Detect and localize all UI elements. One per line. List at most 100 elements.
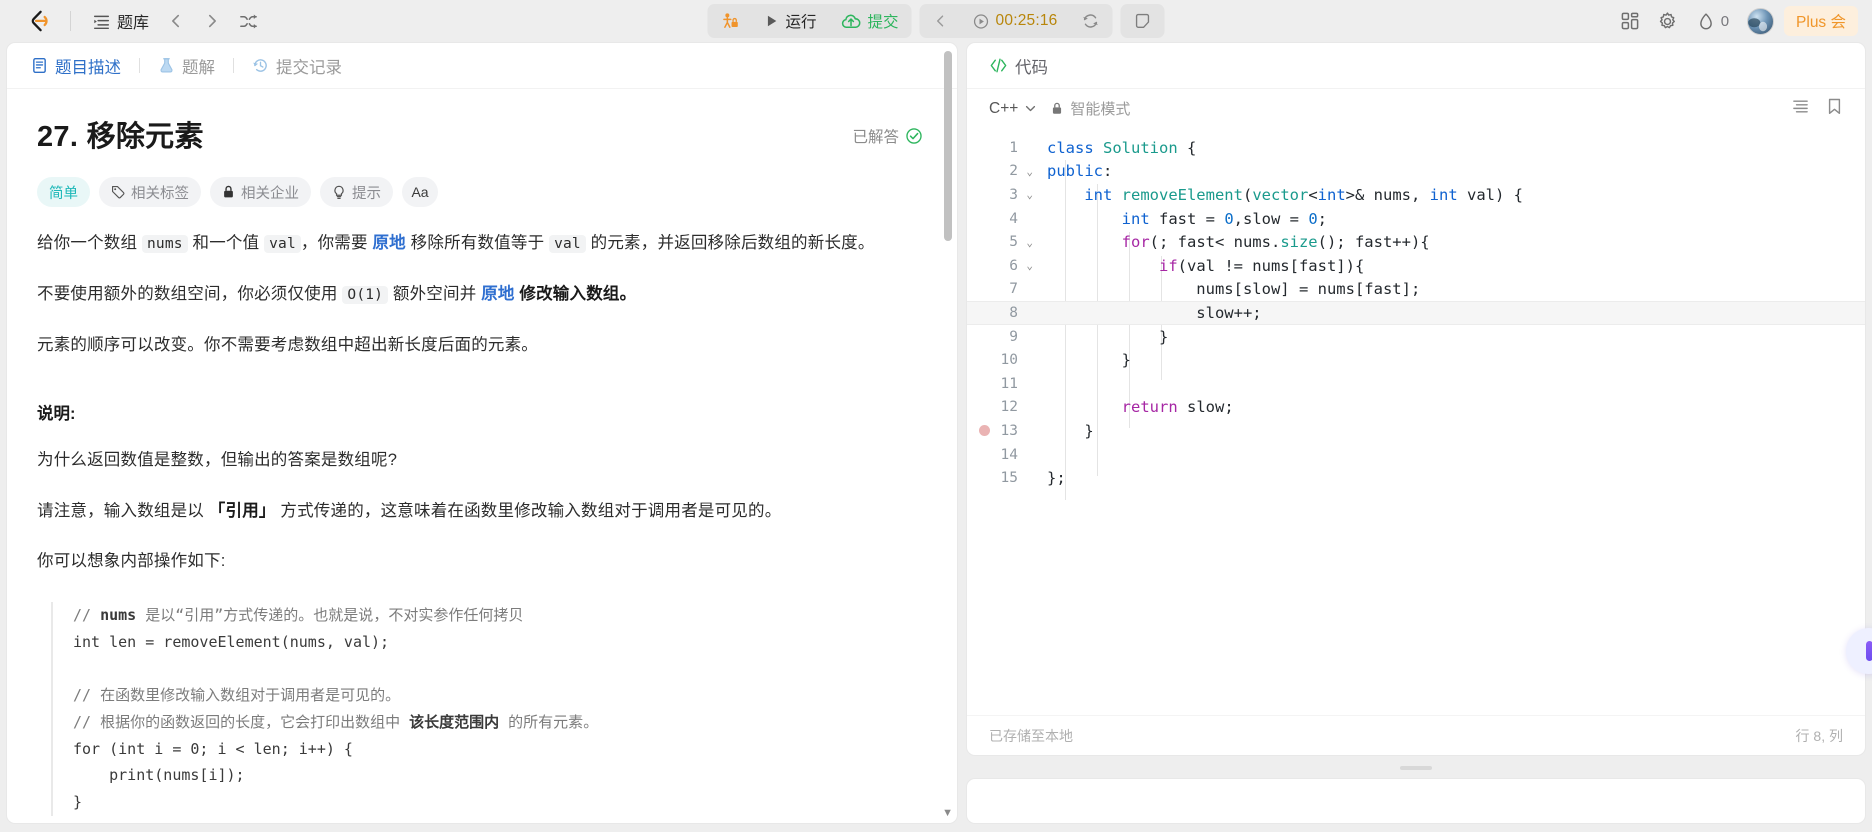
fold-chevron-icon[interactable]: ⌄ <box>1023 188 1033 201</box>
code-line-text: int fast = 0,slow = 0; <box>1121 209 1327 228</box>
user-avatar[interactable] <box>1747 7 1775 35</box>
shuffle-icon <box>239 13 257 29</box>
code-editor-line[interactable]: 8 slow++; <box>967 301 1865 325</box>
code-comment-1a: // <box>73 606 101 625</box>
p1-text-d: 移除所有数值等于 <box>405 234 550 252</box>
apps-grid-button[interactable] <box>1613 5 1647 37</box>
testcase-panel <box>966 778 1866 824</box>
grid-apps-icon <box>1621 12 1639 30</box>
tab-divider <box>233 58 234 73</box>
code-editor-line[interactable]: 7 nums[slow] = nums[fast]; <box>967 278 1865 302</box>
tag-icon <box>112 186 125 199</box>
code-editor-line[interactable]: 9 } <box>967 325 1865 349</box>
p2-emphasis-inplace: 原地 <box>481 284 515 303</box>
related-tags-button[interactable]: 相关标签 <box>99 177 201 207</box>
line-number: 9 <box>1009 328 1018 345</box>
line-number: 4 <box>1009 210 1018 227</box>
code-editor[interactable]: 1 class Solution {2 ⌄ public: 3 ⌄ int removeE… <box>967 128 1865 715</box>
related-companies-button[interactable]: 相关企业 <box>210 177 311 207</box>
next-problem-button[interactable] <box>195 5 229 37</box>
p1-text-e: 的元素，并返回移除后数组的新长度。 <box>585 234 875 252</box>
difficulty-label: 简单 <box>49 185 78 202</box>
code-editor-line[interactable]: 14 <box>967 443 1865 467</box>
problem-paragraph-1: 给你一个数组 nums 和一个值 val ，你需要 原地 移除所有数值等于 val… <box>37 229 923 258</box>
code-line-text: for(; fast< nums.size(); fast++){ <box>1121 233 1430 252</box>
timer-prev-button[interactable] <box>922 6 960 36</box>
streak-button[interactable]: 0 <box>1689 5 1737 37</box>
related-companies-label: 相关企业 <box>241 185 299 202</box>
fold-chevron-icon[interactable]: ⌄ <box>1023 165 1033 178</box>
problem-scrollbar[interactable] <box>944 51 952 797</box>
code-editor-line[interactable]: 15}; <box>967 466 1865 490</box>
hint-button[interactable]: 提示 <box>320 177 393 207</box>
ai-assistant-icon <box>1865 641 1872 661</box>
problem-list-button[interactable]: 题库 <box>85 5 157 37</box>
note-button[interactable] <box>1122 6 1162 36</box>
timer-display[interactable]: 00:25:16 <box>962 6 1069 36</box>
flask-icon <box>160 58 173 73</box>
code-line-2: int len = removeElement(nums, val); <box>73 632 390 651</box>
tab-description[interactable]: 题目描述 <box>27 43 125 88</box>
code-panel-header: 代码 <box>967 43 1865 88</box>
p1-text-a: 给你一个数组 <box>37 234 142 252</box>
submit-label: 提交 <box>867 14 899 31</box>
nav-center-group: 运行 提交 00:25:16 <box>707 4 1165 38</box>
scroll-down-arrow-icon[interactable]: ▼ <box>942 807 953 819</box>
problem-scrollbar-thumb[interactable] <box>944 51 952 241</box>
code-editor-line[interactable]: 3 ⌄ int removeElement(vector<int>& nums, … <box>967 183 1865 207</box>
note-icon <box>1135 13 1150 28</box>
app-root: 题库 运行 提交 00:25:16 0 Plus 会 题目描述 题解 提交记录 … <box>0 0 1872 832</box>
leetcode-logo[interactable] <box>22 4 56 38</box>
code-toolbar: C++ 智能模式 <box>967 88 1865 128</box>
code-editor-line[interactable]: 5 ⌄ for(; fast< nums.size(); fast++){ <box>967 230 1865 254</box>
play-circle-icon <box>973 13 989 29</box>
random-problem-button[interactable] <box>231 5 265 37</box>
code-editor-line[interactable]: 10 } <box>967 348 1865 372</box>
top-navigation-bar: 题库 运行 提交 00:25:16 0 Plus 会 <box>0 0 1872 42</box>
code-editor-line[interactable]: 12 return slow; <box>967 396 1865 420</box>
timer-reset-button[interactable] <box>1070 6 1110 36</box>
format-lines-icon[interactable] <box>1791 98 1810 120</box>
difficulty-badge[interactable]: 简单 <box>37 177 90 207</box>
run-button[interactable]: 运行 <box>753 6 828 36</box>
code-editor-line[interactable]: 2 ⌄ public: <box>967 160 1865 184</box>
tab-submissions[interactable]: 提交记录 <box>248 43 346 88</box>
code-editor-line[interactable]: 13 } <box>967 419 1865 443</box>
code-comment-4-bold: 该长度范围内 <box>409 713 500 731</box>
p2-bold-text: 修改输入数组。 <box>514 284 637 303</box>
plus-membership-button[interactable]: Plus 会 <box>1784 6 1858 36</box>
code-editor-line[interactable]: 11 <box>967 372 1865 396</box>
smart-mode-toggle[interactable]: 智能模式 <box>1051 98 1130 119</box>
history-icon <box>253 59 267 72</box>
problem-paragraph-6: 你可以想象内部操作如下: <box>37 552 226 571</box>
note-group <box>1120 4 1165 38</box>
prev-problem-button[interactable] <box>159 5 193 37</box>
p5-text-b: 方式传递的，这意味着在函数里修改输入数组对于调用者是可见的。 <box>275 501 782 520</box>
code-editor-line[interactable]: 4 int fast = 0,slow = 0; <box>967 207 1865 231</box>
code-line-6: print(nums[i]); <box>73 766 245 785</box>
code-editor-line[interactable]: 1 class Solution { <box>967 136 1865 160</box>
tab-solutions[interactable]: 题解 <box>154 43 219 88</box>
code-editor-line[interactable]: 6 ⌄ if(val != nums[fast]){ <box>967 254 1865 278</box>
submit-button[interactable]: 提交 <box>830 6 910 36</box>
p2-text-a: 不要使用额外的数组空间，你必须仅使用 <box>37 284 343 303</box>
panel-resize-handle[interactable] <box>1400 766 1432 770</box>
font-size-label: Aa <box>411 184 429 200</box>
timer-value: 00:25:16 <box>995 12 1058 29</box>
problem-code-sample: // nums 是以“引用”方式传递的。也就是说，不对实参作任何拷贝 int l… <box>51 602 923 816</box>
settings-button[interactable] <box>1651 5 1685 37</box>
bookmark-icon[interactable] <box>1826 97 1843 121</box>
code-footer: 已存储至本地 行 8, 列 <box>967 715 1865 755</box>
code-line-text: } <box>1047 421 1094 440</box>
fold-chevron-icon[interactable]: ⌄ <box>1023 259 1033 272</box>
code-line-text: slow++; <box>1047 303 1262 322</box>
chevron-left-icon <box>172 14 180 28</box>
debug-lock-icon <box>723 12 738 28</box>
fold-chevron-icon[interactable]: ⌄ <box>1023 236 1033 249</box>
debug-button[interactable] <box>710 6 751 36</box>
code-comment-1-nums: nums <box>100 606 137 625</box>
code-panel: 代码 C++ 智能模式 1 class Solution {2 ⌄ publi… <box>966 42 1866 756</box>
font-size-button[interactable]: Aa <box>402 177 438 207</box>
language-selector[interactable]: C++ <box>989 100 1037 118</box>
problem-title-row: 27. 移除元素 已解答 <box>37 113 923 155</box>
